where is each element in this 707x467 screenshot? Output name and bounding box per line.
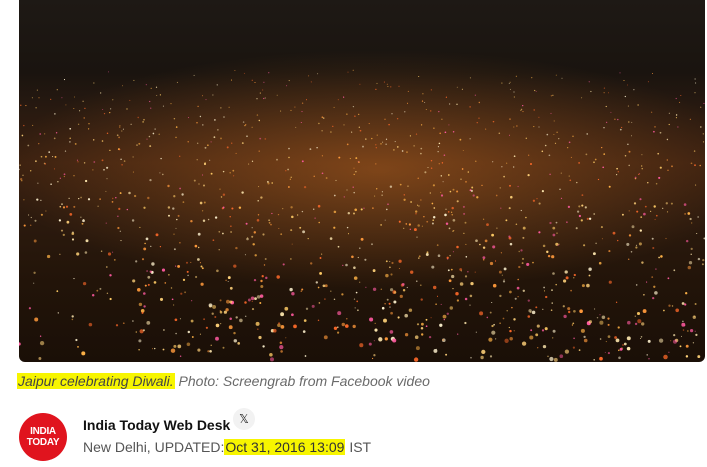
logo-line-2: TODAY [26,437,60,448]
article-meta: New Delhi, UPDATED:Oct 31, 2016 13:09 IS… [83,439,371,455]
timezone: IST [349,439,372,455]
location: New Delhi, [83,439,151,455]
city-lights-image [19,50,705,362]
logo-line-1: INDIA [30,426,56,437]
image-caption: Jaipur celebrating Diwali. Photo: Screen… [17,373,430,389]
article-hero-image [19,0,705,362]
x-icon[interactable]: 𝕏 [233,408,255,430]
caption-credit: Photo: Screengrab from Facebook video [174,373,430,389]
x-glyph: 𝕏 [239,412,249,426]
caption-highlight: Jaipur celebrating Diwali. [17,373,175,389]
author-name[interactable]: India Today Web Desk [83,417,230,433]
updated-label: UPDATED: [154,439,225,455]
india-today-logo[interactable]: INDIA TODAY [19,413,67,461]
updated-date: Oct 31, 2016 13:09 [224,439,346,455]
